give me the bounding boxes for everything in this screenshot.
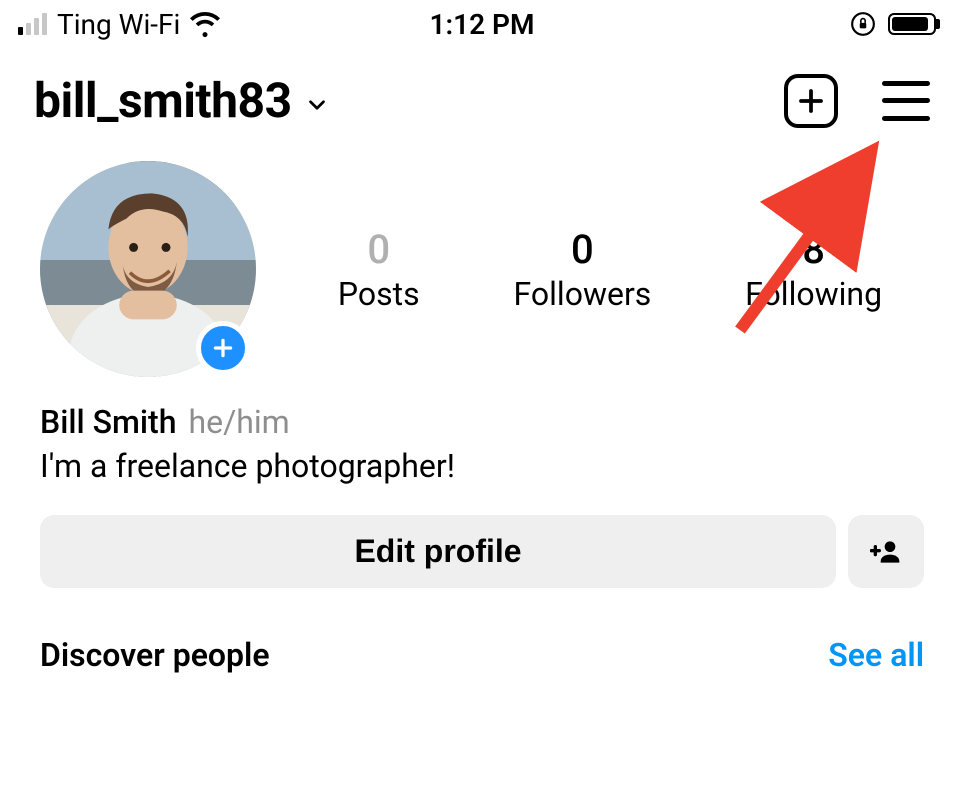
edit-profile-button[interactable]: Edit profile [40, 515, 836, 588]
menu-button[interactable] [882, 81, 930, 121]
bio-text: I'm a freelance photographer! [40, 447, 924, 485]
stat-posts[interactable]: 0 Posts [338, 226, 420, 313]
stat-followers-count: 0 [514, 226, 652, 273]
stat-following-count: 8 [745, 226, 882, 273]
wifi-icon [190, 9, 220, 39]
bio: Bill Smith he/him I'm a freelance photog… [0, 377, 964, 485]
hamburger-icon [882, 81, 930, 86]
orientation-lock-icon [850, 11, 876, 37]
carrier-label: Ting Wi-Fi [57, 8, 180, 41]
profile-info: 0 Posts 0 Followers 8 Following [0, 137, 964, 377]
see-all-link[interactable]: See all [828, 636, 924, 674]
plus-icon [796, 86, 826, 116]
display-name: Bill Smith [40, 403, 176, 441]
stat-following-label: Following [745, 275, 882, 313]
chevron-down-icon [304, 84, 330, 118]
stats: 0 Posts 0 Followers 8 Following [296, 226, 924, 313]
header-actions [784, 74, 930, 128]
account-switcher[interactable]: bill_smith83 [34, 72, 784, 129]
stat-following[interactable]: 8 Following [745, 226, 882, 313]
clock: 1:12 PM [429, 8, 534, 41]
cell-signal-icon [18, 13, 47, 35]
username: bill_smith83 [34, 72, 292, 129]
action-row: Edit profile [0, 485, 964, 588]
profile-header: bill_smith83 [0, 44, 964, 137]
discover-title: Discover people [40, 636, 270, 674]
plus-icon [210, 335, 236, 361]
stat-posts-count: 0 [338, 226, 420, 273]
stat-followers[interactable]: 0 Followers [514, 226, 652, 313]
status-bar: Ting Wi-Fi 1:12 PM [0, 0, 964, 44]
add-person-icon [870, 536, 902, 568]
stat-followers-label: Followers [514, 275, 652, 313]
pronouns: he/him [188, 403, 289, 441]
discover-people-button[interactable] [848, 515, 924, 588]
avatar-container[interactable] [40, 161, 256, 377]
battery-icon [888, 13, 936, 35]
status-left: Ting Wi-Fi [18, 8, 220, 41]
create-button[interactable] [784, 74, 838, 128]
status-right [850, 11, 936, 37]
stat-posts-label: Posts [338, 275, 420, 313]
add-story-button[interactable] [196, 321, 250, 375]
discover-section: Discover people See all [0, 588, 964, 674]
